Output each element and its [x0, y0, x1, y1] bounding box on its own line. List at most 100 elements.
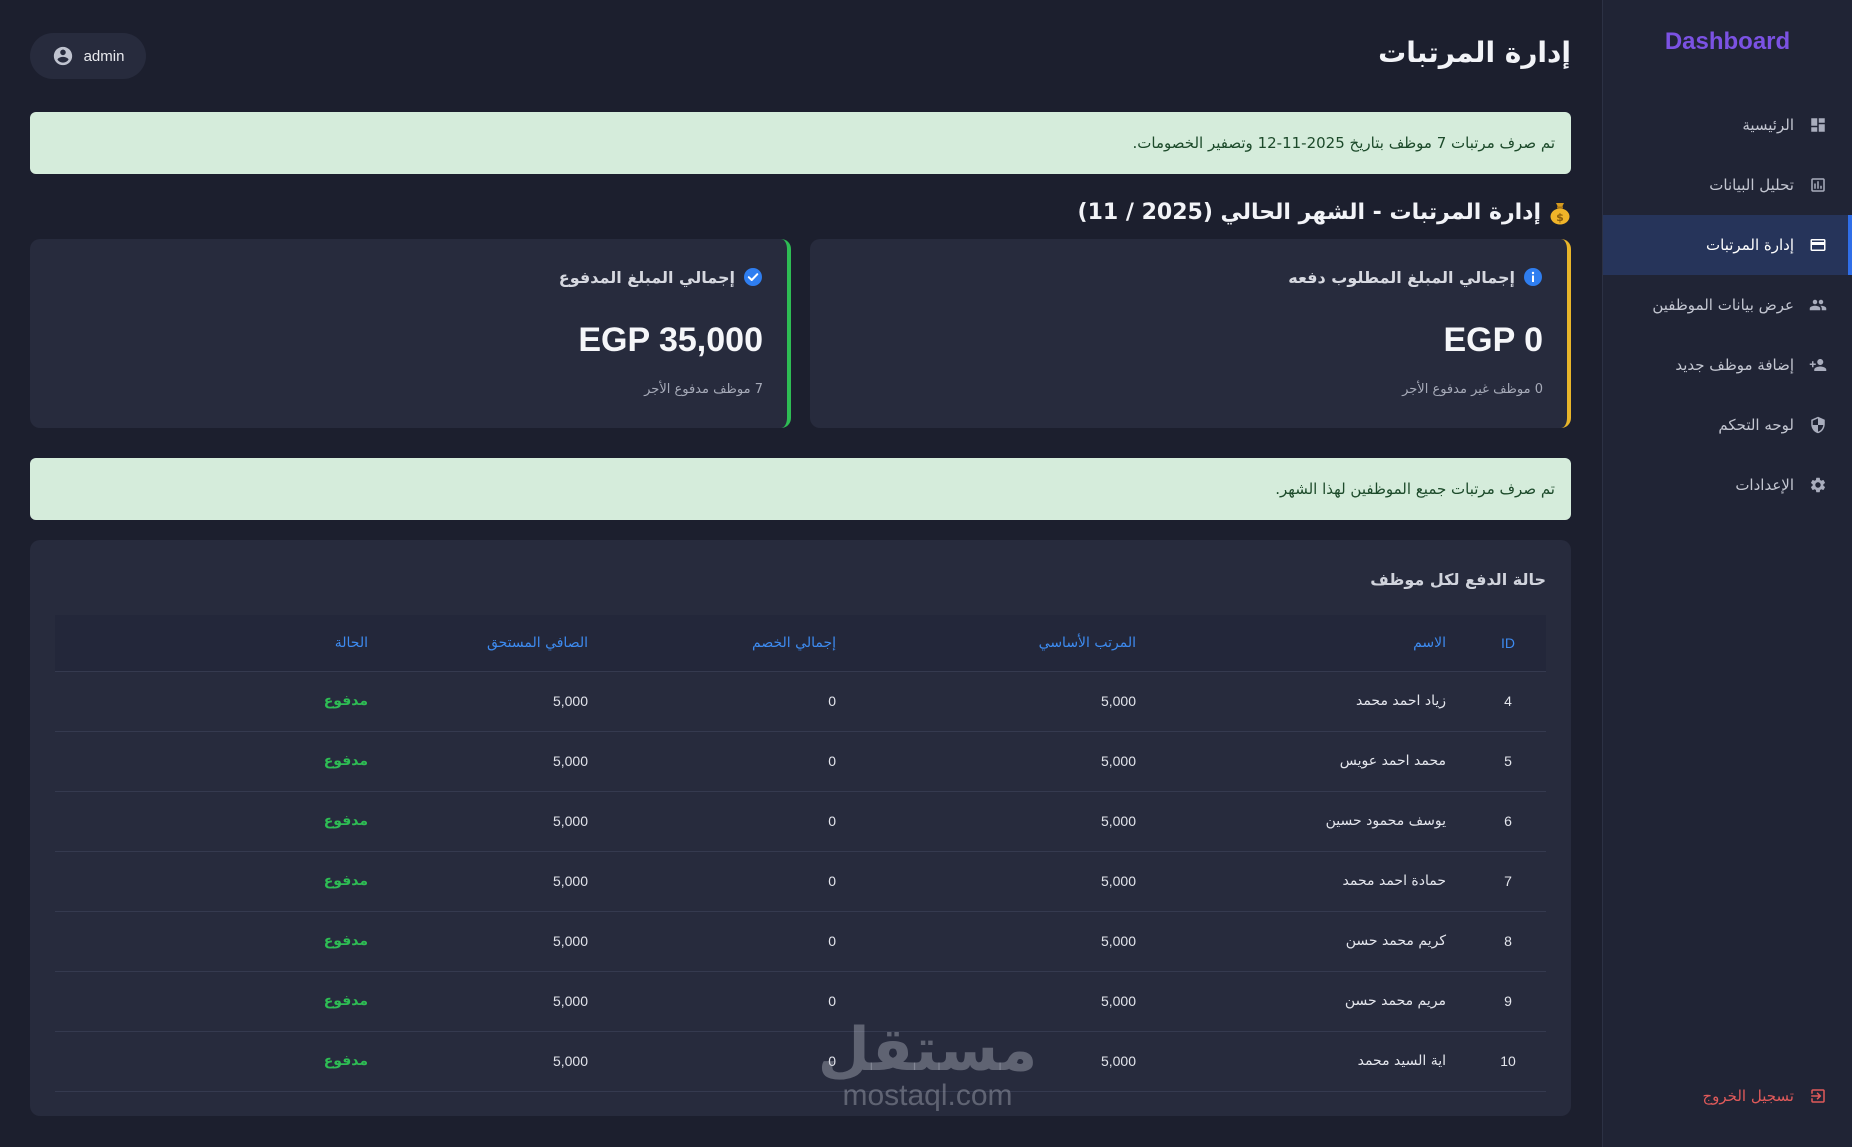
status-badge: مدفوع	[55, 671, 380, 732]
cell-id: 10	[1458, 1031, 1546, 1092]
table-row: 8 كريم محمد حسن 5,000 0 5,000 مدفوع	[55, 911, 1546, 972]
logout-button[interactable]: تسجيل الخروج	[1603, 1081, 1852, 1111]
payment-status-table: ID الاسم المرتب الأساسي إجمالي الخصم الص…	[55, 615, 1546, 1092]
cell-name: حمادة احمد محمد	[1148, 851, 1458, 912]
gear-icon	[1808, 475, 1828, 495]
username: admin	[83, 47, 125, 65]
cell-base-salary: 5,000	[848, 1031, 1148, 1092]
brand-logo[interactable]: Dashboard	[1603, 28, 1852, 56]
cell-net-due: 5,000	[380, 1031, 600, 1092]
table-row: 9 مريم محمد حسن 5,000 0 5,000 مدفوع	[55, 971, 1546, 1032]
cell-base-salary: 5,000	[848, 911, 1148, 972]
table-header-row: ID الاسم المرتب الأساسي إجمالي الخصم الص…	[55, 615, 1546, 672]
card-title: إجمالي المبلغ المدفوع	[558, 267, 735, 287]
cell-net-due: 5,000	[380, 731, 600, 792]
cell-net-due: 5,000	[380, 971, 600, 1032]
sidebar-item-label: لوحه التحكم	[1718, 416, 1794, 434]
table-title: حالة الدفع لكل موظف	[1370, 570, 1546, 589]
info-icon	[1523, 267, 1543, 287]
cell-id: 7	[1458, 851, 1546, 912]
amount-due-value: EGP 0	[1443, 321, 1543, 359]
sidebar-item-control-panel[interactable]: لوحه التحكم	[1603, 395, 1852, 455]
cell-base-salary: 5,000	[848, 791, 1148, 852]
sidebar-item-label: عرض بيانات الموظفين	[1652, 296, 1794, 314]
chart-icon	[1808, 175, 1828, 195]
sidebar-item-home[interactable]: الرئيسية	[1603, 95, 1852, 155]
cell-base-salary: 5,000	[848, 731, 1148, 792]
cell-name: مريم محمد حسن	[1148, 971, 1458, 1032]
dashboard-icon	[1808, 115, 1828, 135]
table-row: 5 محمد احمد عويس 5,000 0 5,000 مدفوع	[55, 731, 1546, 792]
table-row: 7 حمادة احمد محمد 5,000 0 5,000 مدفوع	[55, 851, 1546, 912]
table-row: 4 زياد احمد محمد 5,000 0 5,000 مدفوع	[55, 671, 1546, 732]
sidebar-item-settings[interactable]: الإعدادات	[1603, 455, 1852, 515]
svg-text:$: $	[1556, 211, 1564, 224]
check-circle-icon	[743, 267, 763, 287]
people-icon	[1808, 295, 1828, 315]
cell-id: 6	[1458, 791, 1546, 852]
status-badge: مدفوع	[55, 731, 380, 792]
cell-id: 5	[1458, 731, 1546, 792]
amount-due-card: إجمالي المبلغ المطلوب دفعه EGP 0 0 موظف …	[810, 239, 1571, 428]
section-title-text: إدارة المرتبات - الشهر الحالي (2025 / 11…	[1077, 200, 1541, 225]
sidebar-item-label: إدارة المرتبات	[1706, 236, 1794, 254]
section-title: $ إدارة المرتبات - الشهر الحالي (2025 / …	[1078, 200, 1571, 225]
cell-net-due: 5,000	[380, 911, 600, 972]
cell-name: محمد احمد عويس	[1148, 731, 1458, 792]
cell-base-salary: 5,000	[848, 851, 1148, 912]
status-badge: مدفوع	[55, 911, 380, 972]
logout-label: تسجيل الخروج	[1702, 1087, 1794, 1105]
sidebar-item-label: الإعدادات	[1735, 476, 1794, 494]
column-header-status[interactable]: الحالة	[55, 615, 380, 672]
unpaid-count: 0 موظف غير مدفوع الأجر	[1402, 382, 1543, 397]
person-add-icon	[1808, 355, 1828, 375]
cell-base-salary: 5,000	[848, 971, 1148, 1032]
success-alert: تم صرف مرتبات 7 موظف بتاريخ 2025-11-12 و…	[30, 112, 1571, 174]
cell-base-salary: 5,000	[848, 671, 1148, 732]
column-header-total-deduction[interactable]: إجمالي الخصم	[600, 615, 848, 672]
credit-card-icon	[1808, 235, 1828, 255]
card-header: إجمالي المبلغ المدفوع	[54, 267, 763, 287]
status-badge: مدفوع	[55, 1031, 380, 1092]
sidebar-item-payroll[interactable]: إدارة المرتبات	[1603, 215, 1852, 275]
status-badge: مدفوع	[55, 971, 380, 1032]
sidebar-item-employees[interactable]: عرض بيانات الموظفين	[1603, 275, 1852, 335]
card-title: إجمالي المبلغ المطلوب دفعه	[1288, 267, 1515, 287]
sidebar-item-label: إضافة موظف جديد	[1675, 356, 1794, 374]
column-header-base-salary[interactable]: المرتب الأساسي	[848, 615, 1148, 672]
paid-count: 7 موظف مدفوع الأجر	[644, 382, 763, 397]
cell-net-due: 5,000	[380, 851, 600, 912]
logout-icon	[1808, 1086, 1828, 1106]
cell-total-deduction: 0	[600, 1031, 848, 1092]
column-header-id[interactable]: ID	[1458, 615, 1546, 672]
alert-text: تم صرف مرتبات جميع الموظفين لهذا الشهر.	[1275, 480, 1555, 498]
table-row: 6 يوسف محمود حسين 5,000 0 5,000 مدفوع	[55, 791, 1546, 852]
cell-total-deduction: 0	[600, 971, 848, 1032]
sidebar-item-analytics[interactable]: تحليل البيانات	[1603, 155, 1852, 215]
cell-net-due: 5,000	[380, 671, 600, 732]
cell-net-due: 5,000	[380, 791, 600, 852]
cell-total-deduction: 0	[600, 671, 848, 732]
cell-id: 8	[1458, 911, 1546, 972]
sidebar-nav: الرئيسية تحليل البيانات إدارة المرتبات ع…	[1603, 95, 1852, 515]
cell-name: زياد احمد محمد	[1148, 671, 1458, 732]
sidebar-item-add-employee[interactable]: إضافة موظف جديد	[1603, 335, 1852, 395]
cell-name: يوسف محمود حسين	[1148, 791, 1458, 852]
page-title: إدارة المرتبات	[1378, 36, 1571, 69]
cell-name: اية السيد محمد	[1148, 1031, 1458, 1092]
cell-id: 4	[1458, 671, 1546, 732]
sidebar: Dashboard الرئيسية تحليل البيانات إدارة …	[1602, 0, 1852, 1147]
user-menu-button[interactable]: admin	[30, 33, 146, 79]
sidebar-item-label: الرئيسية	[1742, 116, 1794, 134]
status-badge: مدفوع	[55, 791, 380, 852]
account-circle-icon	[53, 46, 72, 66]
column-header-net-due[interactable]: الصافي المستحق	[380, 615, 600, 672]
amount-paid-value: EGP 35,000	[578, 321, 763, 359]
alert-text: تم صرف مرتبات 7 موظف بتاريخ 2025-11-12 و…	[1132, 134, 1555, 152]
cell-total-deduction: 0	[600, 731, 848, 792]
column-header-name[interactable]: الاسم	[1148, 615, 1458, 672]
money-bag-icon: $	[1549, 201, 1571, 225]
cell-total-deduction: 0	[600, 791, 848, 852]
shield-icon	[1808, 415, 1828, 435]
cell-total-deduction: 0	[600, 851, 848, 912]
